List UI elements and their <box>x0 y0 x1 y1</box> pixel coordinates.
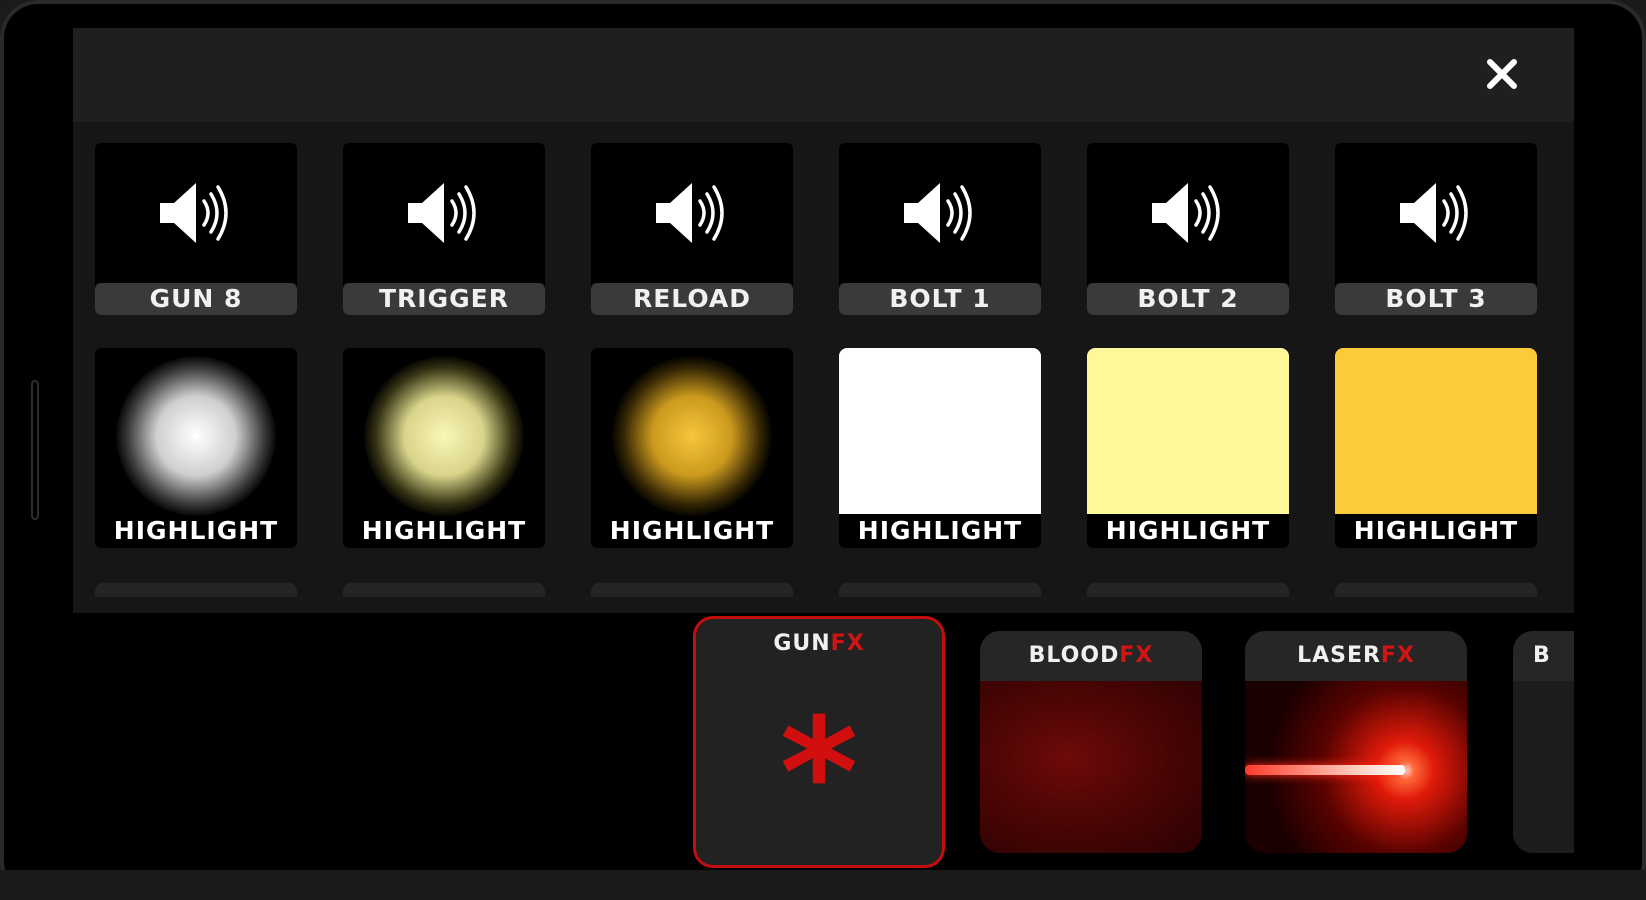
fx-card-title: LASERFX <box>1245 631 1467 681</box>
fx-card-laser[interactable]: LASERFX <box>1245 631 1467 853</box>
partial-tile[interactable] <box>1335 583 1537 597</box>
partial-tile[interactable] <box>95 583 297 597</box>
highlight-tile[interactable]: HIGHLIGHT <box>1335 348 1537 548</box>
highlight-tile[interactable]: HIGHLIGHT <box>95 348 297 548</box>
speaker-icon <box>1152 183 1220 243</box>
highlight-label: HIGHLIGHT <box>113 516 279 545</box>
sound-label: BOLT 1 <box>839 283 1041 315</box>
panel-header <box>73 28 1574 122</box>
fx-card-name: BLOOD <box>1028 643 1120 668</box>
fx-card-partial[interactable]: B <box>1513 631 1574 853</box>
laser-fx-thumbnail <box>1245 681 1467 853</box>
partial-tile[interactable] <box>343 583 545 597</box>
speaker-icon <box>904 183 972 243</box>
highlight-tile[interactable]: HIGHLIGHT <box>1087 348 1289 548</box>
sound-tile[interactable]: TRIGGER <box>343 143 545 315</box>
app-screen: GUN 8 TRIGGER RELOAD BOLT 1 BOLT 2 BOLT … <box>73 28 1574 870</box>
side-button <box>31 380 39 520</box>
fx-card-title: B <box>1513 631 1574 681</box>
partial-tile[interactable] <box>591 583 793 597</box>
fx-card-suffix: FX <box>830 631 865 656</box>
speaker-icon <box>656 183 724 243</box>
speaker-icon <box>1400 183 1468 243</box>
color-swatch <box>839 348 1041 518</box>
highlight-row: HIGHLIGHT HIGHLIGHT HIGHLIGHT HIGHLIGHT … <box>95 348 1537 548</box>
highlight-tile[interactable]: HIGHLIGHT <box>839 348 1041 548</box>
sound-label: GUN 8 <box>95 283 297 315</box>
fx-card-name: GUN <box>773 631 831 656</box>
highlight-label: HIGHLIGHT <box>1087 514 1289 548</box>
highlight-label: HIGHLIGHT <box>609 516 775 545</box>
close-icon <box>1487 59 1517 89</box>
partial-tile[interactable] <box>1087 583 1289 597</box>
sound-tile[interactable]: RELOAD <box>591 143 793 315</box>
fx-card-suffix: FX <box>1380 643 1415 668</box>
color-swatch <box>1087 348 1289 518</box>
fx-card-title: BLOODFX <box>980 631 1202 681</box>
color-swatch <box>1335 348 1537 518</box>
close-button[interactable] <box>1478 50 1526 98</box>
fx-card-title: GUNFX <box>696 619 942 669</box>
sound-effects-row: GUN 8 TRIGGER RELOAD BOLT 1 BOLT 2 BOLT … <box>95 143 1537 315</box>
next-row-peek <box>95 583 1537 597</box>
effects-panel: GUN 8 TRIGGER RELOAD BOLT 1 BOLT 2 BOLT … <box>73 28 1574 613</box>
asterisk-icon: * <box>779 687 859 861</box>
highlight-tile[interactable]: HIGHLIGHT <box>343 348 545 548</box>
fx-card-suffix: FX <box>1119 643 1154 668</box>
sound-label: BOLT 3 <box>1335 283 1537 315</box>
fx-card-name: B <box>1533 643 1551 668</box>
fx-card-name: LASER <box>1297 643 1381 668</box>
glow-swatch <box>364 356 524 516</box>
sound-label: RELOAD <box>591 283 793 315</box>
sound-tile[interactable]: GUN 8 <box>95 143 297 315</box>
partial-tile[interactable] <box>839 583 1041 597</box>
device-frame: GUN 8 TRIGGER RELOAD BOLT 1 BOLT 2 BOLT … <box>0 0 1646 900</box>
sound-label: BOLT 2 <box>1087 283 1289 315</box>
blood-fx-thumbnail <box>980 681 1202 853</box>
bottom-bezel <box>0 870 1646 900</box>
laser-beam <box>1245 765 1405 775</box>
highlight-tile[interactable]: HIGHLIGHT <box>591 348 793 548</box>
speaker-icon <box>408 183 476 243</box>
partial-fx-thumbnail <box>1513 681 1574 853</box>
sound-tile[interactable]: BOLT 2 <box>1087 143 1289 315</box>
fx-card-blood[interactable]: BLOODFX <box>980 631 1202 853</box>
highlight-label: HIGHLIGHT <box>361 516 527 545</box>
highlight-label: HIGHLIGHT <box>1335 514 1537 548</box>
highlight-label: HIGHLIGHT <box>839 514 1041 548</box>
sound-tile[interactable]: BOLT 3 <box>1335 143 1537 315</box>
glow-swatch <box>612 356 772 516</box>
speaker-icon <box>160 183 228 243</box>
fx-card-gun[interactable]: GUNFX * <box>693 616 945 868</box>
sound-label: TRIGGER <box>343 283 545 315</box>
sound-tile[interactable]: BOLT 1 <box>839 143 1041 315</box>
glow-swatch <box>116 356 276 516</box>
